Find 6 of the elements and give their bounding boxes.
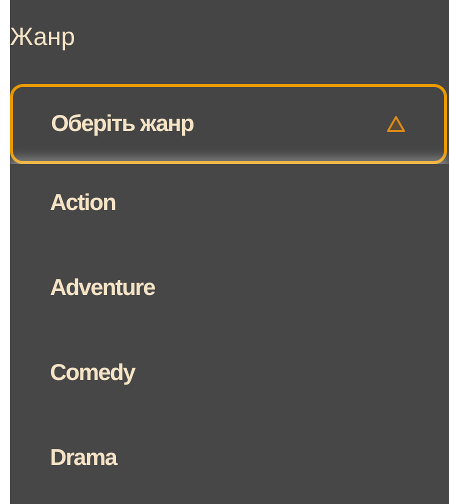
genre-option[interactable]: Drama xyxy=(10,419,449,504)
field-label: Жанр xyxy=(10,22,75,53)
genre-option[interactable]: Adventure xyxy=(10,249,449,334)
genre-option[interactable]: Comedy xyxy=(10,334,449,419)
genre-select[interactable]: Оберіть жанр xyxy=(10,84,447,164)
genre-option[interactable]: Action xyxy=(10,164,449,249)
